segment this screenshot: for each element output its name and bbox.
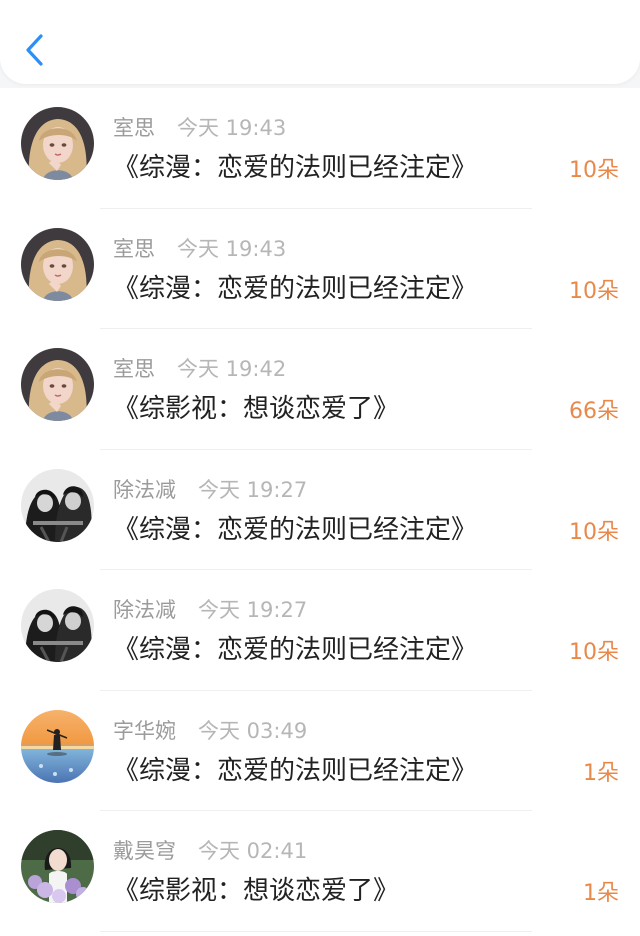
book-title: 《综漫：恋爱的法则已经注定》	[113, 273, 478, 304]
list-item[interactable]: 室思 今天 19:43 《综漫：恋爱的法则已经注定》 10朵	[0, 209, 640, 329]
list-item[interactable]: 室思 今天 19:42 《综影视：想谈恋爱了》 66朵	[0, 329, 640, 450]
list-item[interactable]: 室思 今天 19:43 《综漫：恋爱的法则已经注定》 10朵	[0, 88, 640, 209]
timestamp: 今天 19:27	[198, 598, 308, 622]
list-item[interactable]: 戴昊穹 今天 02:41 《综影视：想谈恋爱了》 1朵	[0, 811, 640, 932]
chevron-left-icon[interactable]	[22, 32, 46, 68]
divider	[100, 930, 532, 932]
gift-amount: 10朵	[569, 158, 619, 183]
book-title: 《综漫：恋爱的法则已经注定》	[113, 755, 478, 786]
gift-amount: 10朵	[569, 278, 619, 304]
sender-name: 除法减 今天 19:27	[113, 477, 308, 502]
top-bar	[0, 0, 640, 84]
gift-amount: 1朵	[583, 760, 619, 786]
list-item[interactable]: 除法减 今天 19:27 《综漫：恋爱的法则已经注定》 10朵	[0, 450, 640, 570]
avatar[interactable]	[21, 589, 94, 662]
timestamp: 今天 19:27	[198, 477, 308, 502]
avatar[interactable]	[21, 830, 94, 903]
sender-name: 室思 今天 19:43	[113, 116, 287, 140]
sender-name: 室思 今天 19:42	[113, 357, 287, 381]
timestamp: 今天 19:43	[177, 116, 287, 140]
sender-name: 除法减 今天 19:27	[113, 598, 308, 622]
list-item[interactable]: 字华婉 今天 03:49 《综漫：恋爱的法则已经注定》 1朵	[0, 691, 640, 811]
sender-name: 室思 今天 19:43	[113, 236, 287, 261]
avatar[interactable]	[21, 107, 94, 180]
book-title: 《综影视：想谈恋爱了》	[113, 876, 400, 906]
gift-amount: 1朵	[583, 881, 619, 906]
timestamp: 今天 03:49	[198, 718, 308, 743]
book-title: 《综漫：恋爱的法则已经注定》	[113, 635, 478, 665]
sender-name: 戴昊穹 今天 02:41	[113, 839, 308, 863]
avatar[interactable]	[21, 468, 94, 542]
sender-name: 字华婉 今天 03:49	[113, 718, 308, 743]
avatar[interactable]	[21, 348, 94, 421]
timestamp: 今天 19:43	[177, 236, 287, 261]
book-title: 《综漫：恋爱的法则已经注定》	[113, 153, 478, 183]
avatar[interactable]	[21, 227, 94, 301]
gift-record-list: 室思 今天 19:43 《综漫：恋爱的法则已经注定》 10朵 室思 今天 19:43…	[0, 88, 640, 936]
gift-amount: 66朵	[569, 399, 619, 424]
gift-amount: 10朵	[569, 640, 619, 665]
list-item[interactable]: 除法减 今天 19:27 《综漫：恋爱的法则已经注定》 10朵	[0, 570, 640, 691]
book-title: 《综漫：恋爱的法则已经注定》	[113, 514, 478, 545]
timestamp: 今天 19:42	[177, 357, 287, 381]
avatar[interactable]	[21, 709, 94, 783]
timestamp: 今天 02:41	[198, 839, 308, 863]
book-title: 《综影视：想谈恋爱了》	[113, 394, 400, 424]
gift-amount: 10朵	[569, 519, 619, 545]
